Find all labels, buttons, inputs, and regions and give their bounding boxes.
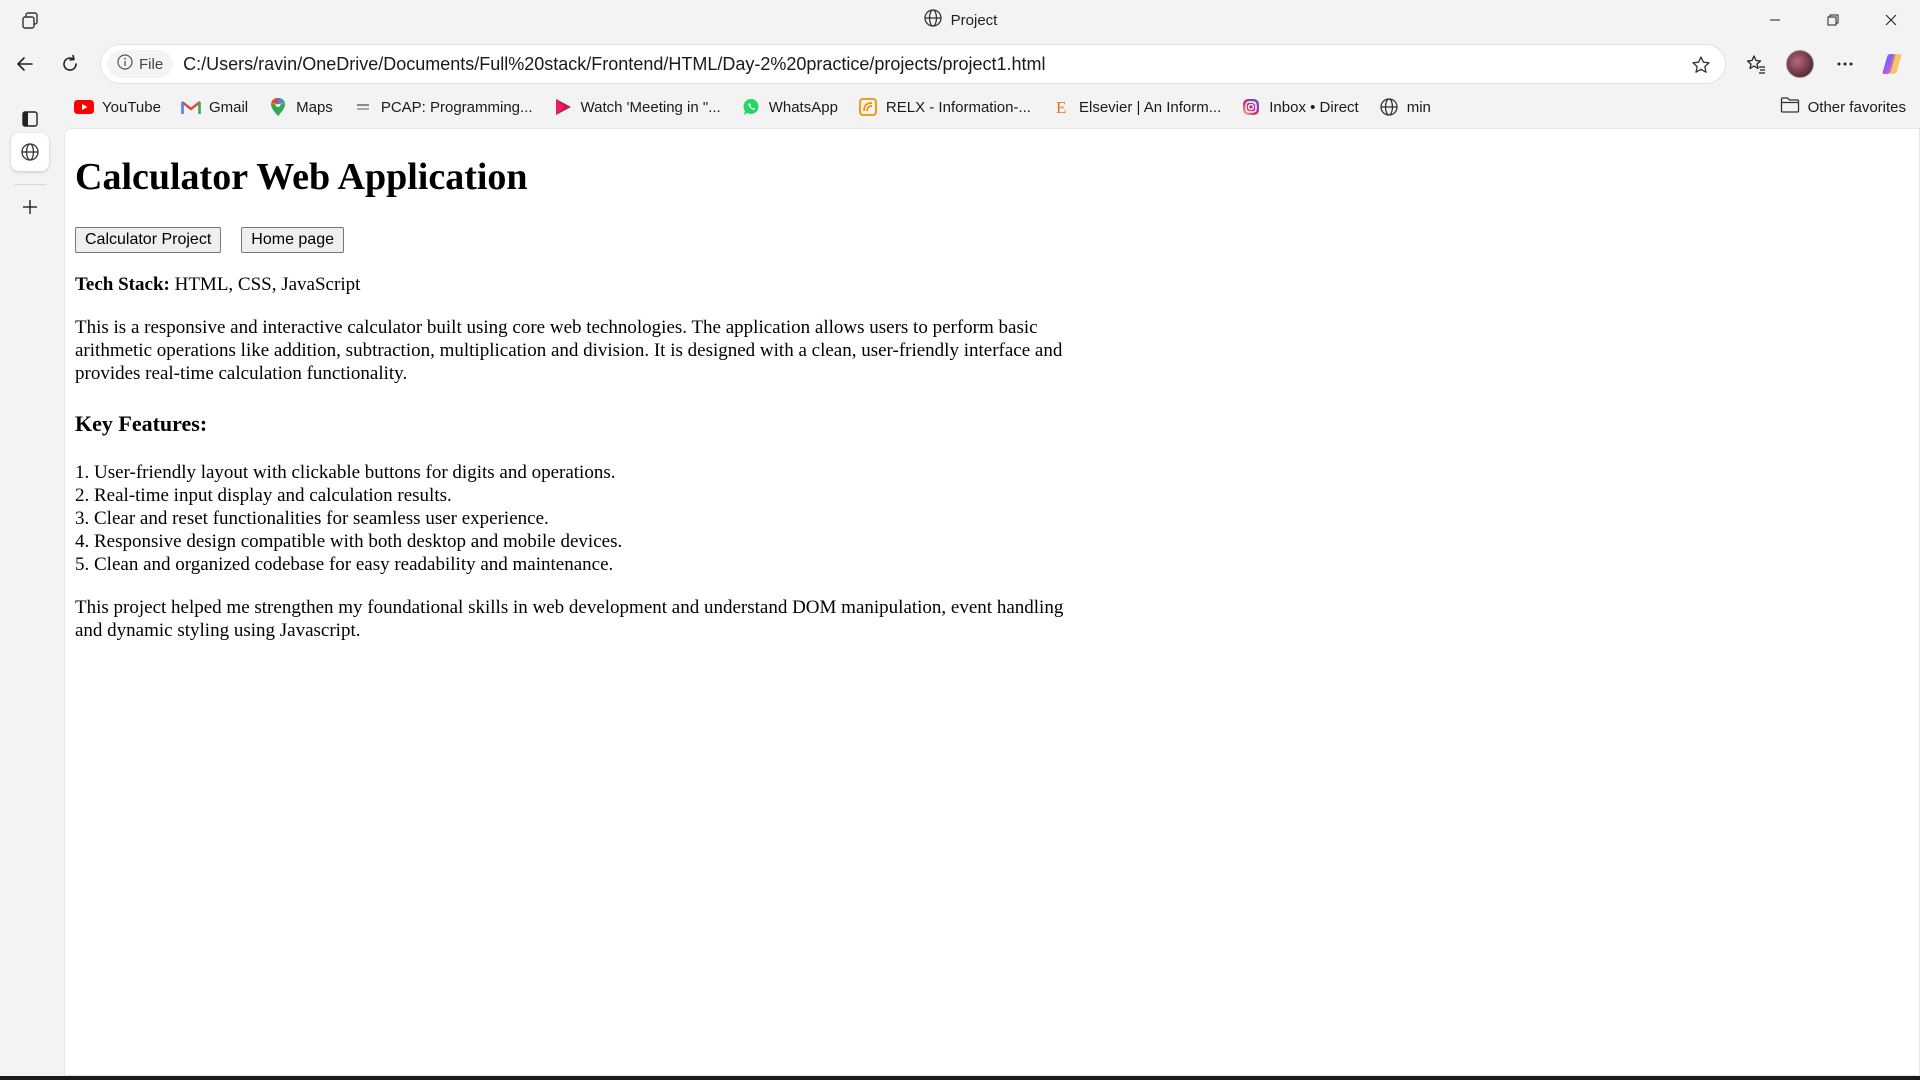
bookmark-whatsapp[interactable]: WhatsApp (731, 92, 848, 122)
tech-stack: Tech Stack: HTML, CSS, JavaScript (75, 273, 1075, 296)
more-options-icon[interactable] (1829, 48, 1861, 80)
maps-icon (268, 97, 288, 117)
folder-icon (1780, 96, 1800, 118)
bookmark-label: Watch 'Meeting in "... (580, 98, 721, 116)
minimize-button[interactable] (1746, 0, 1804, 40)
closing-paragraph: This project helped me strengthen my fou… (75, 597, 1064, 641)
page-body: Calculator Web Application Calculator Pr… (75, 129, 1075, 642)
nav-buttons: Calculator Project Home page (75, 227, 1075, 253)
tab-actions-icon[interactable] (18, 9, 42, 33)
bookmarks-bar: YouTube Gmail Maps PCAP: Programming... … (64, 92, 1920, 122)
globe-icon (1379, 97, 1399, 117)
bookmark-instagram[interactable]: Inbox • Direct (1231, 92, 1368, 122)
bookmark-gmail[interactable]: Gmail (171, 92, 258, 122)
page-title: Calculator Web Application (75, 156, 528, 198)
bookmark-elsevier[interactable]: E Elsevier | An Inform... (1041, 92, 1231, 122)
address-bar[interactable]: File C:/Users/ravin/OneDrive/Documents/F… (100, 44, 1726, 84)
home-page-button[interactable]: Home page (241, 227, 344, 253)
window-title: Project (950, 11, 998, 29)
bookmark-label: PCAP: Programming... (380, 98, 533, 116)
bookmark-label: RELX - Information-... (885, 98, 1031, 116)
elsevier-icon: E (1051, 97, 1071, 117)
svg-text:E: E (1056, 98, 1066, 116)
play-icon (553, 97, 573, 117)
other-favorites[interactable]: Other favorites (1780, 92, 1906, 122)
bookmark-min[interactable]: min (1369, 92, 1441, 122)
bookmark-label: Gmail (208, 98, 249, 116)
project-description: This is a responsive and interactive cal… (75, 317, 1063, 384)
profile-avatar[interactable] (1784, 48, 1816, 80)
back-button[interactable] (9, 48, 41, 80)
feature-item: 1. User-friendly layout with clickable b… (75, 462, 616, 483)
relx-icon (858, 97, 878, 117)
navigation-bar: File C:/Users/ravin/OneDrive/Documents/F… (0, 44, 1920, 84)
globe-icon (923, 8, 943, 32)
feature-item: 3. Clear and reset functionalities for s… (75, 508, 549, 529)
features-heading: Key Features: (75, 411, 208, 436)
tech-stack-label: Tech Stack: (75, 274, 170, 295)
new-tab-plus-icon[interactable] (11, 188, 49, 226)
title-bar: Project (0, 0, 1920, 40)
bookmark-label: Elsevier | An Inform... (1078, 98, 1222, 116)
copilot-icon[interactable] (1876, 48, 1908, 80)
gmail-icon (181, 97, 201, 117)
site-info-label: File (139, 55, 164, 73)
other-favorites-label: Other favorites (1807, 98, 1906, 116)
sidebar-divider (14, 184, 46, 185)
site-info-button[interactable]: File (107, 50, 174, 78)
close-button[interactable] (1862, 0, 1920, 40)
bookmark-label: Inbox • Direct (1269, 98, 1359, 116)
info-icon (117, 54, 133, 74)
pcap-icon (353, 97, 373, 117)
bookmark-pcap[interactable]: PCAP: Programming... (343, 92, 543, 122)
favorites-icon[interactable] (1740, 48, 1772, 80)
bookmark-label: WhatsApp (768, 98, 838, 116)
active-tab-globe-icon[interactable] (11, 133, 49, 171)
page-viewport: Calculator Web Application Calculator Pr… (64, 128, 1920, 1076)
calculator-project-button[interactable]: Calculator Project (75, 227, 222, 253)
bookmark-label: min (1406, 98, 1431, 116)
bookmark-maps[interactable]: Maps (258, 92, 343, 122)
taskbar-edge (0, 1076, 1920, 1080)
favorite-star-icon[interactable] (1689, 53, 1713, 77)
bookmark-watch[interactable]: Watch 'Meeting in "... (543, 92, 731, 122)
features-list: 1. User-friendly layout with clickable b… (75, 461, 1075, 576)
whatsapp-icon (741, 97, 761, 117)
instagram-icon (1241, 97, 1261, 117)
feature-item: 5. Clean and organized codebase for easy… (75, 554, 614, 575)
tech-stack-value: HTML, CSS, JavaScript (169, 274, 361, 295)
bookmark-label: YouTube (102, 98, 161, 116)
restore-button[interactable] (1804, 0, 1862, 40)
vertical-tabs-sidebar (0, 92, 62, 1080)
bookmark-youtube[interactable]: YouTube (64, 92, 171, 122)
refresh-button[interactable] (54, 48, 86, 80)
youtube-icon (74, 97, 94, 117)
feature-item: 2. Real-time input display and calculati… (75, 485, 452, 506)
bookmark-relx[interactable]: RELX - Information-... (848, 92, 1041, 122)
url-text[interactable]: C:/Users/ravin/OneDrive/Documents/Full%2… (183, 54, 1045, 75)
feature-item: 4. Responsive design compatible with bot… (75, 531, 623, 552)
bookmark-label: Maps (296, 98, 333, 116)
